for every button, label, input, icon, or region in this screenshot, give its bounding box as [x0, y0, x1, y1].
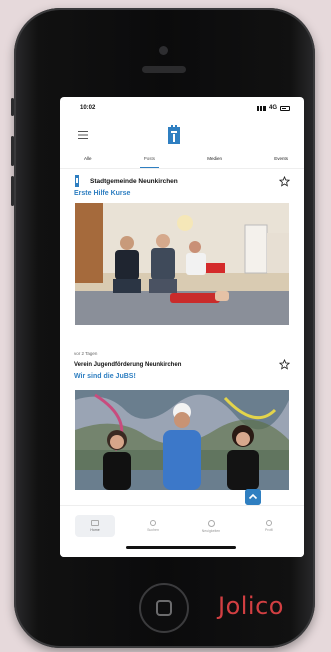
- nav-search-label: Suchen: [147, 528, 159, 532]
- signal-icon: [256, 105, 266, 111]
- app-header: [60, 119, 304, 153]
- post-image-team[interactable]: [75, 390, 289, 490]
- arrow-up-icon[interactable]: [245, 489, 261, 505]
- post-card[interactable]: Stadtgemeinde Neunkirchen Erste Hilfe Ku…: [60, 169, 304, 325]
- nav-profile-label: Profil: [265, 528, 273, 532]
- nav-news[interactable]: Neuigkeiten: [191, 515, 231, 537]
- profile-icon: [266, 520, 272, 526]
- post-header: Verein Jugendförderung Neunkirchen: [60, 359, 304, 370]
- battery-icon: [280, 105, 290, 111]
- promo-stage: 10:02 4G Alle Posts Medien Events Stadtg…: [0, 0, 331, 652]
- post-image-first-aid[interactable]: [75, 203, 289, 325]
- network-label: 4G: [268, 105, 277, 111]
- star-icon[interactable]: [279, 175, 290, 187]
- home-indicator: [126, 546, 236, 549]
- bottom-navigation: Home Suchen Neuigkeiten Profil: [60, 505, 304, 557]
- status-icons: 4G: [256, 105, 290, 111]
- post-title[interactable]: Erste Hilfe Kurse: [60, 190, 304, 197]
- nav-news-label: Neuigkeiten: [201, 528, 221, 533]
- home-button[interactable]: [139, 583, 189, 633]
- feed-tabs: Alle Posts Medien Events: [60, 153, 304, 169]
- menu-icon[interactable]: [78, 131, 88, 139]
- star-icon[interactable]: [279, 359, 290, 370]
- post-card[interactable]: vor 2 Tagen Verein Jugendförderung Neunk…: [60, 325, 304, 490]
- photo-first-aid-course: [75, 203, 289, 325]
- news-icon: [207, 519, 215, 527]
- nav-home[interactable]: Home: [75, 515, 115, 537]
- search-icon: [150, 520, 156, 526]
- tab-all[interactable]: Alle: [84, 153, 92, 168]
- city-logo-icon: [168, 125, 180, 144]
- mute-switch: [11, 98, 14, 116]
- post-org[interactable]: Verein Jugendförderung Neunkirchen: [74, 362, 279, 368]
- front-camera: [159, 46, 168, 55]
- status-bar: 10:02 4G: [60, 97, 304, 119]
- nav-profile[interactable]: Profil: [249, 515, 289, 537]
- tab-events[interactable]: Events: [274, 153, 288, 168]
- volume-up-button: [11, 136, 14, 166]
- volume-down-button: [11, 176, 14, 206]
- app-screen: 10:02 4G Alle Posts Medien Events Stadtg…: [60, 97, 304, 557]
- earpiece-speaker: [142, 66, 186, 73]
- photo-team-graffiti: [75, 390, 289, 490]
- post-meta: vor 2 Tagen: [74, 351, 98, 356]
- tab-media[interactable]: Medien: [207, 153, 222, 168]
- status-time: 10:02: [80, 105, 96, 111]
- brand-logo: Jolico: [218, 592, 284, 620]
- org-logo-icon: [75, 175, 79, 187]
- tab-posts[interactable]: Posts: [139, 153, 160, 168]
- home-icon: [91, 520, 99, 526]
- nav-home-label: Home: [90, 528, 100, 532]
- nav-search[interactable]: Suchen: [133, 515, 173, 537]
- post-title[interactable]: Wir sind die JuBS!: [60, 373, 304, 380]
- post-header: Stadtgemeinde Neunkirchen: [60, 175, 304, 187]
- post-org[interactable]: Stadtgemeinde Neunkirchen: [90, 178, 279, 185]
